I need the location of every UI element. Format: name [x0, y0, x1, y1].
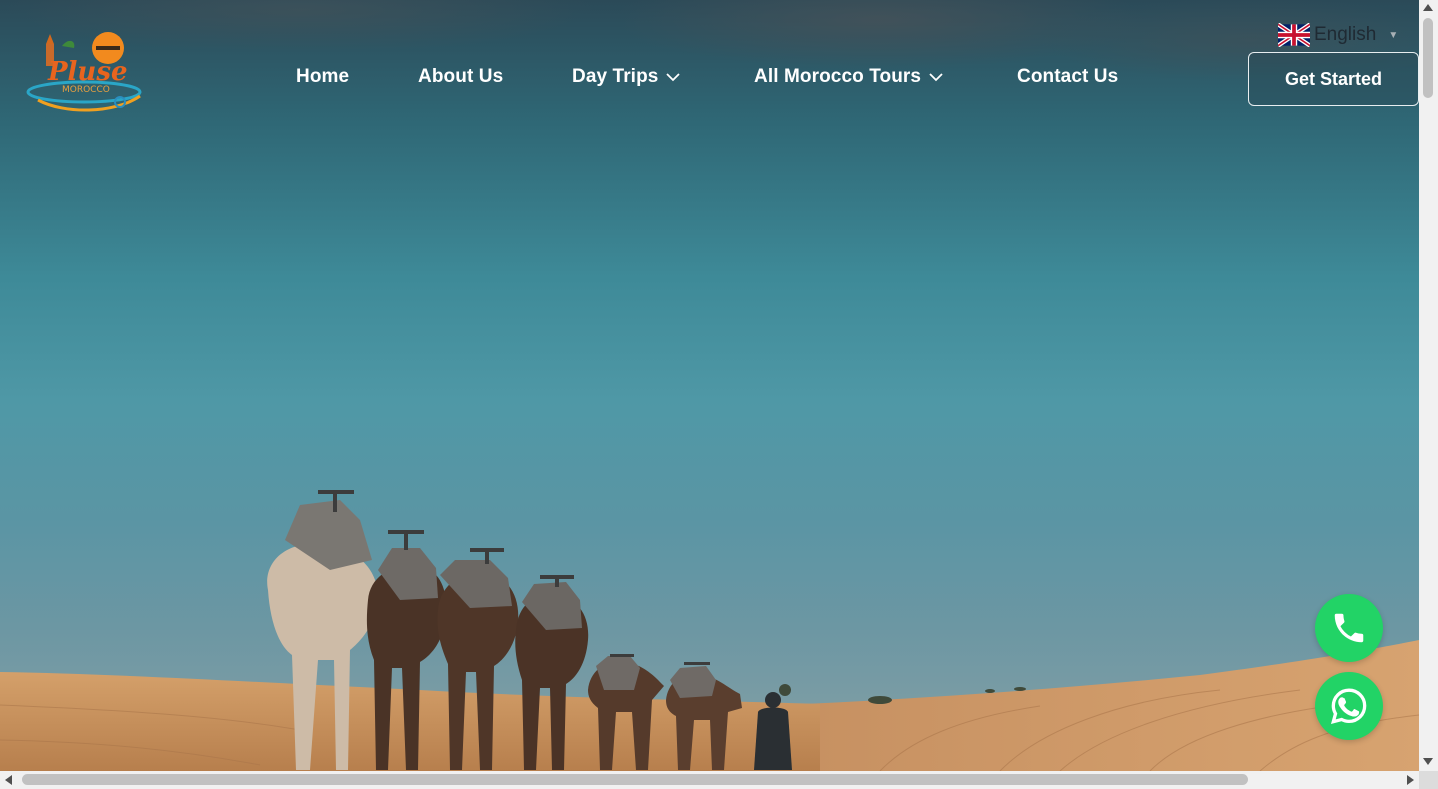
scroll-left-arrow-icon[interactable]: [5, 775, 12, 785]
scroll-right-arrow-icon[interactable]: [1407, 775, 1414, 785]
sky-clouds: [0, 0, 1419, 150]
nav-item-about-us[interactable]: About Us: [418, 66, 503, 88]
scroll-down-arrow-icon[interactable]: [1423, 758, 1433, 765]
svg-text:Pluse: Pluse: [47, 57, 128, 87]
nav-item-label: About Us: [418, 66, 504, 87]
nav-item-label: All Morocco Tours: [754, 66, 922, 87]
hero-desert-caravan-image: [0, 490, 1419, 771]
horizontal-scrollbar[interactable]: [0, 771, 1419, 789]
scroll-up-arrow-icon[interactable]: [1423, 4, 1433, 11]
language-selector[interactable]: English ▼: [1278, 23, 1398, 47]
nav-item-label: Home: [296, 66, 350, 87]
scrollbar-corner: [1419, 771, 1438, 789]
nav-item-all-morocco-tours[interactable]: All Morocco Tours: [754, 66, 943, 88]
nav-item-label: Contact Us: [1017, 66, 1119, 87]
phone-icon: [1334, 613, 1364, 643]
chevron-down-icon: [666, 73, 681, 82]
nav-item-home[interactable]: Home: [296, 66, 349, 88]
get-started-button[interactable]: Get Started: [1248, 52, 1419, 106]
uk-flag-icon: [1278, 23, 1310, 47]
pluse-morocco-logo[interactable]: Pluse MOROCCO: [24, 30, 148, 116]
nav-item-day-trips[interactable]: Day Trips: [572, 66, 681, 88]
vertical-scrollbar[interactable]: [1419, 0, 1438, 771]
vertical-scroll-thumb[interactable]: [1423, 18, 1433, 98]
chevron-down-icon: [929, 73, 943, 82]
nav-item-label: Day Trips: [572, 66, 659, 87]
nav-item-contact-us[interactable]: Contact Us: [1017, 66, 1118, 88]
whatsapp-icon: [1330, 688, 1367, 725]
whatsapp-button[interactable]: [1315, 672, 1383, 740]
svg-text:MOROCCO: MOROCCO: [62, 85, 110, 95]
phone-call-button[interactable]: [1315, 594, 1383, 662]
hero-section: Pluse MOROCCO Home About Us Day Trips Al…: [0, 0, 1419, 771]
dropdown-caret-icon: ▼: [1388, 29, 1399, 41]
language-label: English: [1314, 24, 1377, 45]
horizontal-scroll-thumb[interactable]: [22, 774, 1248, 785]
